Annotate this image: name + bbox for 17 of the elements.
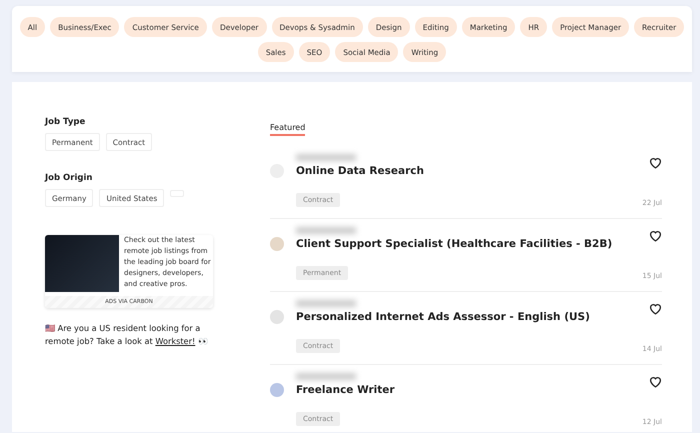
heart-icon[interactable]: [649, 303, 662, 315]
filter-heading: Job Origin: [45, 173, 94, 183]
job-title: Personalized Internet Ads Assessor - English (US): [296, 311, 591, 323]
workster-link[interactable]: Workster!: [155, 336, 196, 346]
job-title: Online Data Research: [296, 165, 425, 177]
blurred-company-name: [296, 300, 356, 307]
job-title: Client Support Specialist (Healthcare Facilities - B2B): [296, 238, 614, 250]
blurred-company-name: [296, 227, 356, 234]
job-title: Freelance Writer: [296, 384, 396, 396]
blurred-company-name: [296, 154, 356, 161]
heart-icon[interactable]: [649, 376, 662, 388]
heart-icon[interactable]: [649, 157, 662, 169]
heart-icon[interactable]: [649, 230, 662, 242]
featured-tab[interactable]: Featured: [270, 123, 306, 136]
blurred-company-name: [296, 373, 356, 380]
filter-heading: Job Type: [45, 117, 86, 127]
promo-text: 🇺🇸 Are you a US resident looking for a remote job? Take a look at Workster! 👀: [45, 322, 209, 348]
